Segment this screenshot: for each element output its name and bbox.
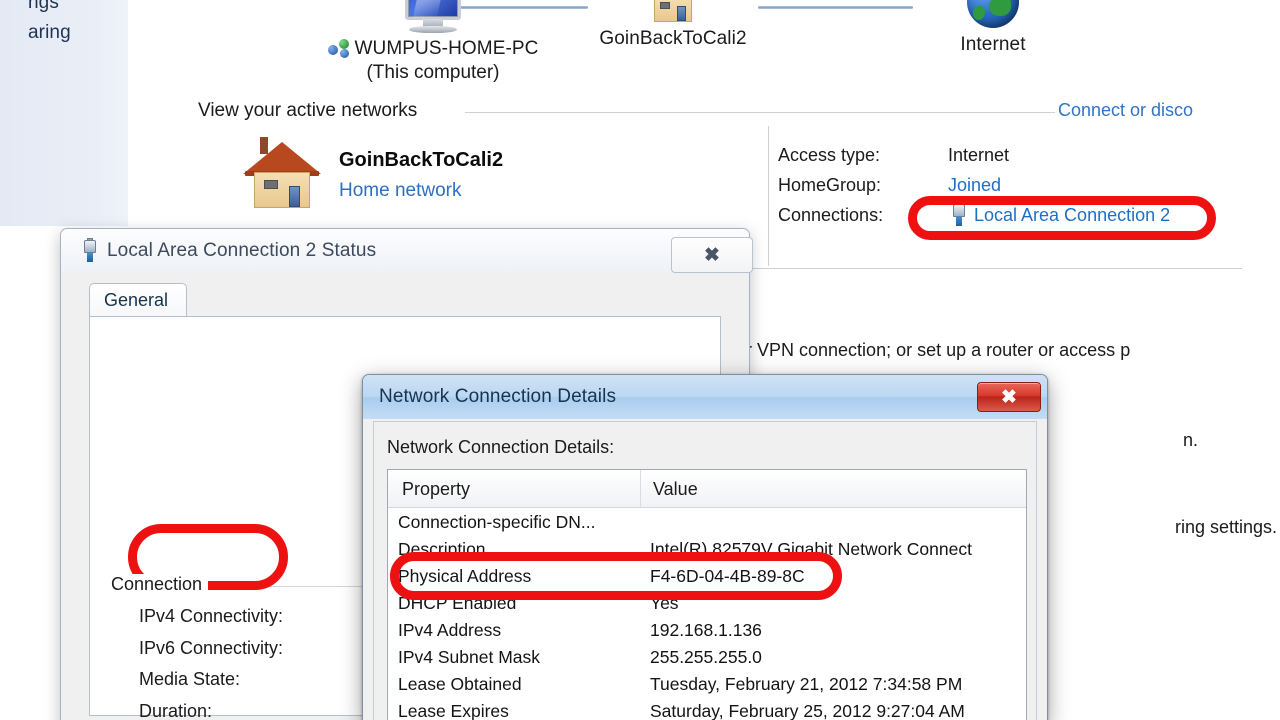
details-dialog-titlebar[interactable]: Network Connection Details ✖: [363, 375, 1047, 419]
map-node-network[interactable]: GoinBackToCali2: [588, 0, 758, 50]
network-connection-details-dialog: Network Connection Details ✖ Network Con…: [362, 374, 1048, 720]
map-node-internet[interactable]: Internet: [918, 0, 1068, 56]
column-header-property: Property: [402, 479, 471, 499]
table-row[interactable]: Lease Obtained Tuesday, February 21, 201…: [388, 674, 1026, 701]
active-network-entry: GoinBackToCali2 Home network: [243, 136, 504, 208]
active-network-name: GoinBackToCali2: [339, 148, 504, 171]
ethernet-plug-icon-connections: [952, 202, 966, 226]
tab-general[interactable]: General: [89, 283, 187, 317]
table-row[interactable]: Physical Address F4-6D-04-4B-89-8C: [388, 566, 1026, 593]
row-property: IPv4 Subnet Mask: [398, 647, 541, 667]
row-value: F4-6D-04-4B-89-8C: [650, 566, 805, 586]
table-row[interactable]: IPv4 Subnet Mask 255.255.255.0: [388, 647, 1026, 674]
map-label-this-computer: WUMPUS-HOME-PC: [354, 38, 539, 59]
row-property: Connection-specific DN...: [398, 512, 596, 532]
navigation-sidebar: ngs aring: [0, 0, 128, 226]
active-network-column-divider: [768, 126, 769, 266]
screen-root: WUMPUS-HOME-PC (This computer) GoinBackT…: [0, 0, 1280, 720]
sidebar-item-sharing-partial[interactable]: aring: [28, 22, 71, 44]
details-dialog-title: Network Connection Details: [379, 386, 617, 407]
row-property: Lease Obtained: [398, 674, 522, 694]
active-network-type[interactable]: Home network: [339, 180, 503, 202]
network-spheres-icon: [327, 39, 350, 59]
access-type-value: Internet: [948, 145, 1010, 165]
active-networks-heading: View your active networks: [198, 100, 418, 121]
map-sublabel-this-computer: (This computer): [366, 62, 500, 83]
row-value: Tuesday, February 21, 2012 7:34:58 PM: [650, 674, 963, 694]
status-dialog-title: Local Area Connection 2 Status: [107, 240, 377, 261]
table-row[interactable]: Description Intel(R) 82579V Gigabit Netw…: [388, 539, 1026, 566]
details-section-label: Network Connection Details:: [387, 437, 615, 457]
obscured-text-line-1: or VPN connection; or set up a router or…: [736, 340, 1131, 360]
field-ipv6-connectivity: IPv6 Connectivity:: [139, 638, 284, 658]
column-divider[interactable]: [640, 470, 641, 507]
row-value: 255.255.255.0: [650, 647, 762, 667]
details-dialog-close-button[interactable]: ✖: [977, 382, 1041, 412]
table-row[interactable]: IPv4 Address 192.168.1.136: [388, 620, 1026, 647]
connect-or-disconnect-link[interactable]: Connect or disco: [1058, 100, 1193, 121]
row-value: Saturday, February 25, 2012 9:27:04 AM: [650, 701, 965, 720]
connection-group-title: Connection: [111, 574, 209, 595]
status-dialog-titlebar[interactable]: Local Area Connection 2 Status ✖: [61, 229, 753, 273]
table-row[interactable]: Connection-specific DN...: [388, 512, 1026, 539]
section-divider-lower: [742, 268, 1242, 269]
details-list-header: Property Value: [388, 470, 1026, 508]
row-property: Physical Address: [398, 566, 532, 586]
status-dialog-close-button[interactable]: ✖: [671, 237, 753, 273]
column-header-value: Value: [653, 479, 698, 499]
row-value: Yes: [650, 593, 679, 613]
homegroup-label: HomeGroup:: [778, 175, 882, 195]
details-property-list[interactable]: Property Value Connection-specific DN...…: [387, 469, 1027, 720]
connections-label: Connections:: [778, 205, 884, 225]
connections-value-link[interactable]: Local Area Connection 2: [974, 205, 1170, 226]
homegroup-value-link[interactable]: Joined: [948, 175, 1001, 196]
field-media-state: Media State:: [139, 669, 241, 689]
table-row[interactable]: Lease Expires Saturday, February 25, 201…: [388, 701, 1026, 720]
tab-general-label: General: [104, 290, 169, 310]
map-label-network: GoinBackToCali2: [599, 28, 747, 49]
sidebar-item-settings-partial[interactable]: ngs: [28, 0, 59, 14]
monitor-icon: [401, 0, 465, 33]
globe-icon: [967, 0, 1019, 28]
row-property: Description: [398, 539, 486, 559]
house-icon-active-network: [243, 136, 321, 208]
access-type-label: Access type:: [778, 145, 881, 165]
obscured-text-line-2: n.: [1183, 430, 1199, 450]
row-property: IPv4 Address: [398, 620, 502, 640]
row-property: DHCP Enabled: [398, 593, 517, 613]
obscured-text-line-3: ring settings.: [1175, 517, 1278, 537]
field-ipv4-connectivity: IPv4 Connectivity:: [139, 606, 284, 626]
map-link-line-right: [758, 6, 913, 9]
map-label-internet: Internet: [960, 34, 1026, 55]
table-row[interactable]: DHCP Enabled Yes: [388, 593, 1026, 620]
active-networks-divider: [465, 112, 1055, 113]
map-node-this-computer[interactable]: WUMPUS-HOME-PC (This computer): [308, 0, 558, 84]
field-duration: Duration:: [139, 701, 213, 720]
ethernet-plug-icon-title: [83, 238, 97, 262]
house-icon: [646, 0, 700, 22]
row-value: 192.168.1.136: [650, 620, 762, 640]
row-property: Lease Expires: [398, 701, 509, 720]
row-value: Intel(R) 82579V Gigabit Network Connect: [650, 539, 972, 559]
